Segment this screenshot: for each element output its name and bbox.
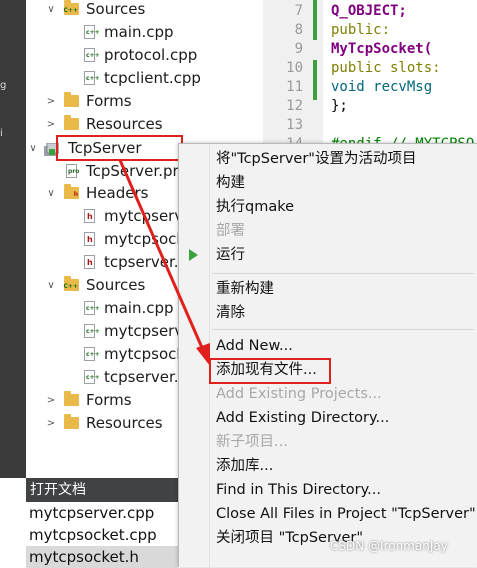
menu-item-add-library[interactable]: 添加库... [216,454,273,478]
menu-separator [212,273,474,274]
open-documents-list: mytcpserver.cpp mytcpsocket.cpp mytcpsoc… [26,502,178,568]
open-documents-header: 打开文档 [26,478,178,502]
left-strip [0,478,26,566]
header-file-icon: h [84,255,95,269]
line-number: 10 [286,60,303,76]
line-number: 12 [286,98,303,114]
chevron-right-icon[interactable]: > [46,389,56,412]
tree-item-label: mytcpserv [104,207,184,225]
menu-item-clean[interactable]: 清除 [216,301,245,325]
tree-item-label: mytcpserv [104,322,184,340]
tree-item-sources[interactable]: ∨ C++ Sources [26,0,263,21]
menu-item-find-in-directory[interactable]: Find in This Directory... [216,478,381,502]
menu-item-rebuild[interactable]: 重新构建 [216,277,274,301]
tree-item-label: mytcpsock [104,230,186,248]
chevron-down-icon[interactable]: ∨ [46,0,56,21]
tree-item-label: Forms [86,92,132,110]
tree-item-label: tcpserver.h [104,253,189,271]
menu-item-close-all-files[interactable]: Close All Files in Project "TcpServer" [216,502,476,526]
menu-item-add-new[interactable]: Add New... [216,334,293,358]
tree-item-resources[interactable]: > Resources [26,113,263,136]
tree-item-label: main.cpp [104,299,174,317]
tree-item-label: Sources [86,276,146,294]
watermark: CSDN @IronmanJay [330,539,448,553]
folder-icon: C++ [64,0,79,15]
open-document-item[interactable]: mytcpsocket.h [26,546,178,568]
tree-item-label: protocol.cpp [104,46,198,64]
tree-item-label: tcpserver. [104,368,179,386]
cpp-file-icon: c++ [84,71,100,85]
tree-item-label: Resources [86,414,163,432]
code-line[interactable]: void recvMsg [331,77,432,97]
tree-item-label: tcpclient.cpp [104,69,201,87]
change-marker [313,0,317,40]
line-number: 11 [286,79,303,95]
tree-item-label: Headers [86,184,149,202]
menu-icon-gutter [209,144,210,567]
code-editor[interactable]: 7 8 9 10 11 12 13 14 Q_OBJECT; public: M… [263,0,477,152]
folder-icon [64,92,79,107]
context-menu: 将"TcpServer"设置为活动项目 构建 执行qmake 部署 运行 重新构… [178,143,477,567]
open-document-item[interactable]: mytcpsocket.cpp [26,524,178,546]
highlight-box-project [56,135,183,161]
menu-item-build[interactable]: 构建 [216,171,245,195]
menu-item-add-existing-directory[interactable]: Add Existing Directory... [216,406,389,430]
code-line[interactable]: public slots: [331,58,441,78]
code-line[interactable]: MyTcpSocket( [331,39,432,59]
pro-file-icon: pro [66,164,79,178]
menu-item-set-active-project[interactable]: 将"TcpServer"设置为活动项目 [216,147,416,171]
header-file-icon: h [84,232,95,246]
tree-item-file[interactable]: c++ main.cpp [26,21,263,44]
tree-item-forms[interactable]: > Forms [26,90,263,113]
line-number: 13 [286,117,303,133]
line-number: 8 [294,22,303,38]
code-line[interactable]: Q_OBJECT; [331,1,407,21]
cpp-file-icon: c++ [84,347,100,361]
cpp-file-icon: c++ [84,48,100,62]
tree-item-file[interactable]: c++ tcpclient.cpp [26,67,263,90]
tree-item-label: Resources [86,115,163,133]
folder-icon [64,391,79,406]
code-line[interactable]: }; [331,96,348,116]
folder-icon: h [64,184,79,199]
chevron-right-icon[interactable]: > [46,113,56,136]
tree-item-file[interactable]: c++ protocol.cpp [26,44,263,67]
line-number: 7 [294,3,303,19]
menu-separator [212,329,474,330]
mode-sidebar-fragment[interactable]: i [0,128,26,139]
highlight-box-menu-item [209,358,331,384]
menu-item-deploy[interactable]: 部署 [216,219,245,243]
tree-item-label: TcpServer.pr [86,162,179,180]
change-marker [313,60,317,100]
mode-sidebar-fragment[interactable]: g [0,80,26,91]
header-file-icon: h [84,209,95,223]
cpp-file-icon: c++ [84,324,100,338]
menu-item-run[interactable]: 运行 [216,243,245,267]
chevron-down-icon[interactable]: ∨ [46,274,56,297]
menu-item-new-subproject[interactable]: 新子项目... [216,430,288,454]
folder-icon: C++ [64,276,79,291]
chevron-right-icon[interactable]: > [46,90,56,113]
tree-item-label: mytcpsock [104,345,186,363]
chevron-down-icon[interactable]: ∨ [28,137,38,160]
tree-item-label: main.cpp [104,23,174,41]
folder-icon [64,115,79,130]
open-document-item[interactable]: mytcpserver.cpp [26,502,178,524]
folder-icon [64,414,79,429]
code-line[interactable]: public: [331,20,390,40]
cpp-file-icon: c++ [84,370,100,384]
menu-item-run-qmake[interactable]: 执行qmake [216,195,294,219]
menu-item-add-existing-projects[interactable]: Add Existing Projects... [216,382,382,406]
chevron-right-icon[interactable]: > [46,412,56,435]
chevron-down-icon[interactable]: ∨ [46,182,56,205]
cpp-file-icon: c++ [84,301,100,315]
line-number: 9 [294,41,303,57]
cpp-file-icon: c++ [84,25,100,39]
tree-item-label: Forms [86,391,132,409]
tree-item-label: Sources [86,0,146,18]
run-icon [189,249,198,261]
